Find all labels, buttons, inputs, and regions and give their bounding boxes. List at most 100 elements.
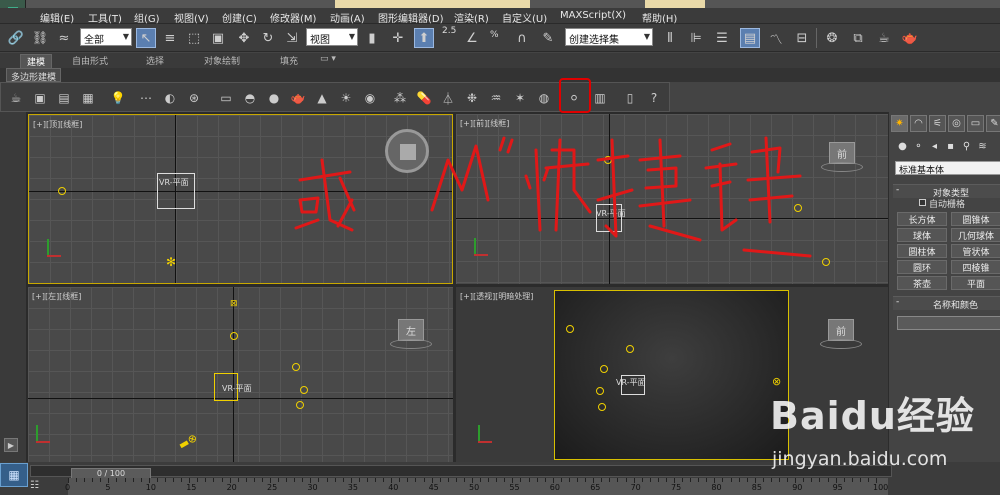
motion-tab-icon[interactable]: ◎ — [948, 115, 965, 132]
menu-tools[interactable]: 工具(T) — [88, 10, 122, 25]
sphere-button[interactable]: 球体 — [897, 228, 947, 242]
scale-icon[interactable]: ⇲ — [282, 28, 302, 48]
menu-edit[interactable]: 编辑(E) — [40, 10, 74, 25]
pivot-center-icon[interactable]: ▮ — [362, 28, 382, 48]
viewcube-ring[interactable] — [820, 339, 862, 349]
menu-maxscript[interactable]: MAXScript(X) — [560, 10, 626, 21]
camera-object[interactable]: ▬⊗ — [176, 431, 199, 452]
dome-icon[interactable]: ◓ — [241, 89, 259, 107]
unlink-icon[interactable]: ⛓ — [30, 28, 50, 48]
light-object[interactable] — [300, 386, 308, 394]
light-object[interactable] — [230, 332, 238, 340]
teapot-icon[interactable]: ☕ — [7, 89, 25, 107]
box-button[interactable]: 长方体 — [897, 212, 947, 226]
tab-object-paint[interactable]: 对象绘制 — [204, 54, 240, 67]
graphite-toggle-icon[interactable]: ▤ — [740, 28, 760, 48]
select-object-icon[interactable]: ↖ — [136, 28, 156, 48]
selection-filter-dropdown[interactable]: 全部 ▼ — [80, 28, 132, 46]
time-slider[interactable]: 0 / 100 — [30, 465, 892, 480]
viewcube-front[interactable]: 前 — [829, 142, 855, 164]
cone-icon[interactable]: ▲ — [313, 89, 331, 107]
tab-freeform[interactable]: 自由形式 — [72, 54, 108, 67]
texture-ball-icon[interactable]: ◍ — [535, 89, 553, 107]
lights-icon[interactable]: ◂ — [927, 139, 942, 154]
viewport-layout-icon[interactable]: ▦ — [0, 463, 28, 487]
sun-icon[interactable]: ☀ — [337, 89, 355, 107]
capsule-icon[interactable]: 💊 — [415, 89, 433, 107]
link-icon[interactable]: 🔗 — [6, 28, 26, 48]
viewport-left[interactable]: [+][左][线框] VR-平面 ⊠ ▬⊗ 左 — [28, 287, 453, 462]
light-object[interactable] — [596, 387, 604, 395]
spinner-snap-icon[interactable]: ∩ — [512, 28, 532, 48]
edit-named-selection-icon[interactable]: ✎ — [538, 28, 558, 48]
render-setup-icon[interactable]: ⧉ — [848, 28, 868, 48]
display-tab-icon[interactable]: ▭ — [967, 115, 984, 132]
layer-manager-icon[interactable]: ☰ — [712, 28, 732, 48]
light-object[interactable] — [292, 363, 300, 371]
align-icon[interactable]: ⊫ — [686, 28, 706, 48]
tab-populate[interactable]: 填充 — [280, 54, 298, 67]
modify-tab-icon[interactable]: ◠ — [910, 115, 927, 132]
light-object[interactable] — [794, 204, 802, 212]
viewcube-persp[interactable]: 前 — [828, 319, 854, 341]
object-name-field[interactable] — [897, 316, 1000, 330]
hf-icon[interactable]: ✶ — [511, 89, 529, 107]
viewport-left-label[interactable]: [+][左][线框] — [32, 291, 81, 302]
light-object[interactable]: ⊠ — [230, 299, 238, 309]
cameras-icon[interactable]: ▪ — [943, 139, 958, 154]
expand-left-icon[interactable]: ▶ — [4, 438, 18, 452]
primitive-type-dropdown[interactable]: 标准基本体 — [895, 161, 1000, 176]
menu-modifiers[interactable]: 修改器(M) — [270, 10, 316, 25]
menu-rendering[interactable]: 渲染(R) — [454, 10, 489, 25]
autogrid-checkbox[interactable] — [919, 199, 926, 206]
menu-animation[interactable]: 动画(A) — [330, 10, 365, 25]
schematic-view-icon[interactable]: ⊟ — [792, 28, 812, 48]
object-type-rollout[interactable]: - 对象类型 — [893, 184, 1000, 199]
mini-curve-editor-icon[interactable]: ☷ — [30, 480, 64, 494]
geometry-icon[interactable]: ● — [895, 139, 910, 154]
menu-graph-editors[interactable]: 图形编辑器(D) — [378, 10, 444, 25]
proxy-icon[interactable]: ▯ — [621, 89, 639, 107]
menu-create[interactable]: 创建(C) — [222, 10, 257, 25]
render-production-icon[interactable]: 🫖 — [900, 28, 920, 48]
cone-button[interactable]: 圆锥体 — [951, 212, 1000, 226]
menu-group[interactable]: 组(G) — [134, 10, 160, 25]
helpers-icon[interactable]: ⚲ — [959, 139, 974, 154]
angle-snap-icon[interactable]: ∠ — [462, 28, 482, 48]
sphere-solid-icon[interactable]: ● — [265, 89, 283, 107]
rotate-icon[interactable]: ↻ — [258, 28, 278, 48]
light-object[interactable] — [598, 403, 606, 411]
light-object[interactable] — [58, 187, 66, 195]
tab-polygon-modeling[interactable]: 多边形建模 — [6, 68, 62, 83]
mirror-icon[interactable]: ⫴ — [660, 28, 680, 48]
rect-selection-icon[interactable]: ⬚ — [184, 28, 204, 48]
half-moon-icon[interactable]: ◐ — [161, 89, 179, 107]
camera-object[interactable]: ✻ — [166, 255, 176, 269]
torus-button[interactable]: 圆环 — [897, 260, 947, 274]
move-icon[interactable]: ✥ — [234, 28, 254, 48]
panel-icon[interactable]: ▤ — [55, 89, 73, 107]
plane-button[interactable]: 平面 — [951, 276, 1000, 290]
tube-button[interactable]: 管状体 — [951, 244, 1000, 258]
light-object[interactable] — [604, 156, 612, 164]
menu-view[interactable]: 视图(V) — [174, 10, 209, 25]
light-object[interactable] — [296, 401, 304, 409]
dots-icon[interactable]: ⋯ — [137, 89, 155, 107]
light-object[interactable] — [566, 325, 574, 333]
create-tab-icon[interactable]: ✷ — [891, 115, 908, 132]
viewport-front-label[interactable]: [+][前][线框] — [460, 118, 509, 129]
curve-editor-icon[interactable]: 〽 — [766, 28, 786, 48]
spacewarps-icon[interactable]: ≋ — [975, 139, 990, 154]
viewcube-face[interactable] — [400, 144, 416, 160]
cylinder-button[interactable]: 圆柱体 — [897, 244, 947, 258]
hierarchy-tab-icon[interactable]: ⚟ — [929, 115, 946, 132]
disc-icon[interactable]: ◉ — [361, 89, 379, 107]
bind-spacewarp-icon[interactable]: ≈ — [54, 28, 74, 48]
help-icon[interactable]: ? — [645, 89, 663, 107]
viewport-persp-label[interactable]: [+][透视][明暗处理] — [460, 291, 533, 302]
box-primitive-icon[interactable]: ▭ — [217, 89, 235, 107]
render-frame-icon[interactable]: ▣ — [31, 89, 49, 107]
select-manipulate-icon[interactable]: ✛ — [388, 28, 408, 48]
select-by-name-icon[interactable]: ≡ — [160, 28, 180, 48]
snap-toggle-label[interactable]: 2.5 — [442, 26, 456, 36]
